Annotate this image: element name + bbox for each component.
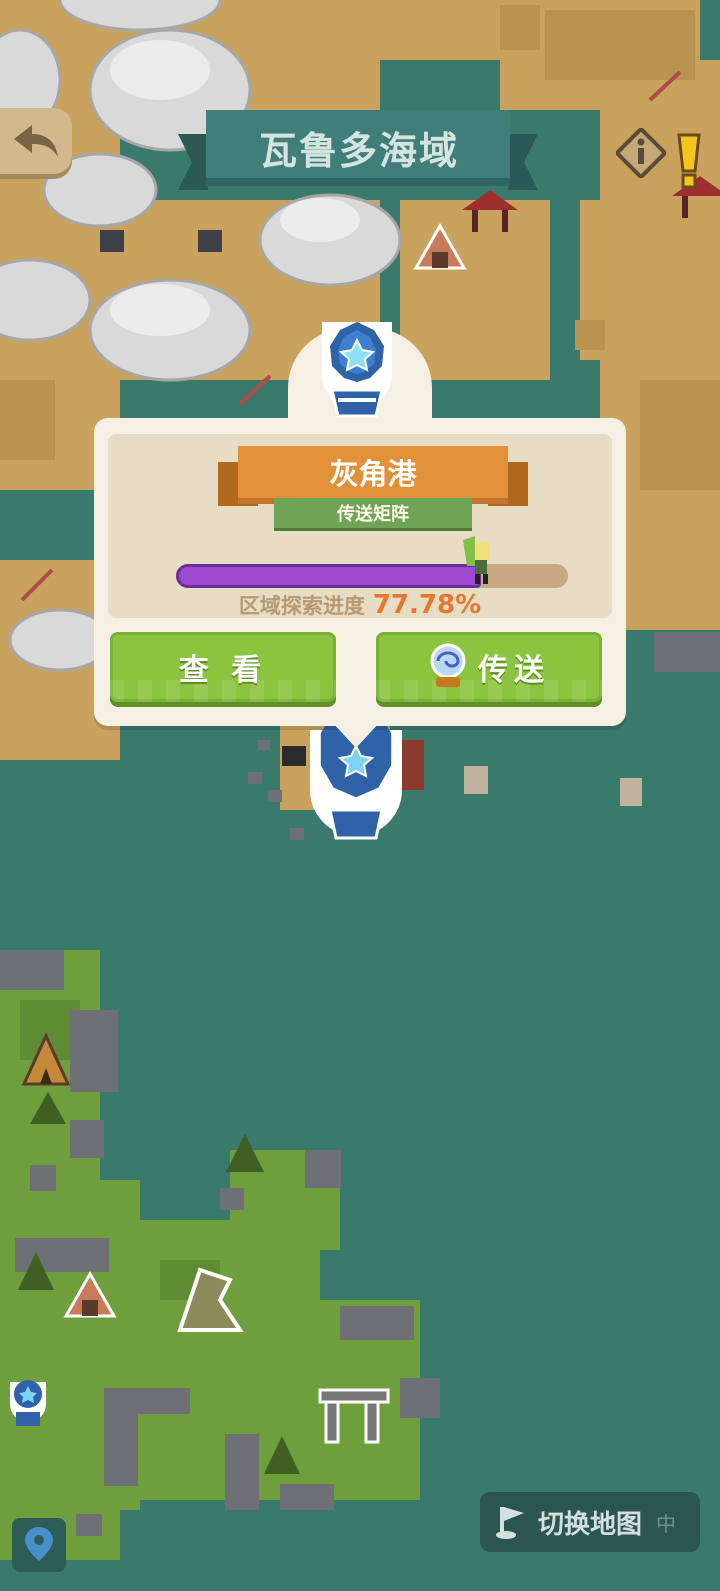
progress-fill — [176, 564, 481, 588]
switch-map-key: 中 — [656, 1511, 677, 1536]
back-arrow-icon — [14, 125, 58, 157]
location-name: 灰角港 — [329, 457, 417, 491]
view-button-label: 查 看 — [178, 653, 268, 688]
explorer-avatar-icon — [462, 536, 489, 584]
teleport-button[interactable]: 传送 — [376, 632, 602, 702]
view-button[interactable]: 查 看 — [110, 632, 336, 702]
popup-pointer — [332, 722, 380, 748]
exploration-progress-bar — [176, 536, 568, 588]
locate-button[interactable] — [12, 1518, 66, 1572]
world-map[interactable] — [0, 0, 720, 1591]
star-waypoint-icon — [322, 322, 392, 418]
shrine-icon — [282, 746, 306, 766]
location-type: 传送矩阵 — [274, 498, 472, 531]
region-title: 瓦鲁多海域 — [258, 128, 459, 173]
back-button[interactable] — [0, 108, 72, 174]
portal-orb-icon — [430, 643, 466, 687]
dock-icon — [400, 740, 424, 790]
progress-label: 区域探索进度 77.78% — [108, 588, 612, 622]
location-info-panel: 灰角港 传送矩阵 区域探索进度 77.78% — [108, 434, 612, 620]
switch-map-button[interactable]: 切换地图 中 — [480, 1492, 700, 1552]
location-pin-icon — [25, 1527, 53, 1561]
progress-caption: 区域探索进度 — [238, 594, 365, 618]
location-popup: 灰角港 传送矩阵 区域探索进度 77.78% 查 看 传送 — [94, 418, 626, 726]
switch-map-label: 切换地图 — [538, 1509, 643, 1540]
teleport-button-label: 传送 — [478, 653, 550, 688]
rock-pillar-icon — [464, 766, 642, 806]
progress-value: 77.78% — [372, 590, 482, 620]
exclamation-icon[interactable] — [676, 133, 702, 189]
flag-icon — [496, 1507, 524, 1539]
info-icon[interactable] — [616, 128, 666, 178]
